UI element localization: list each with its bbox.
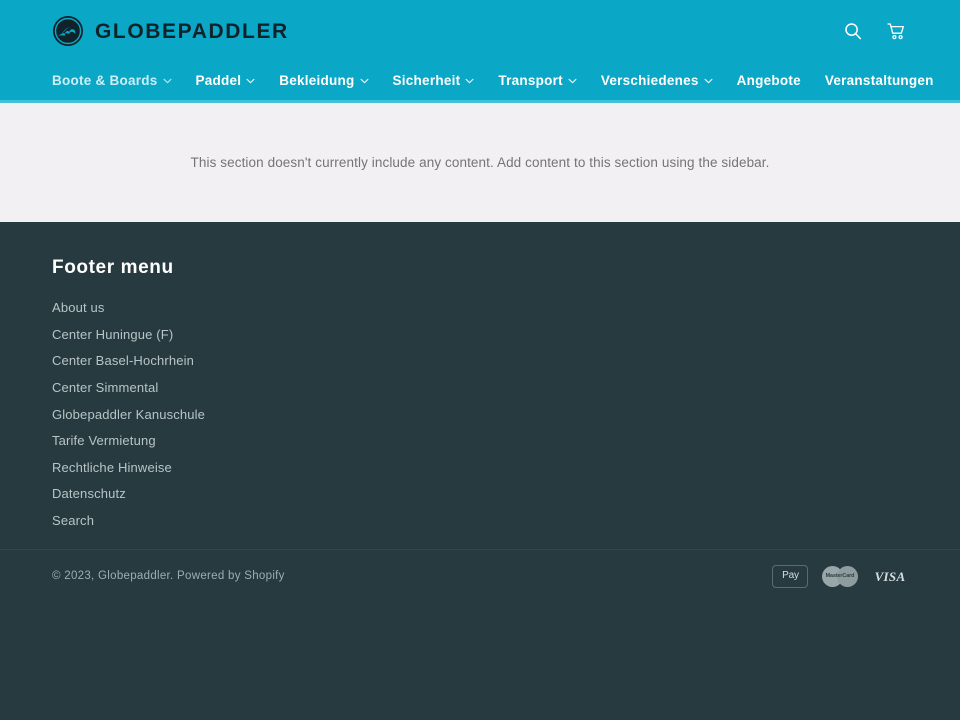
visa-icon: VISA: [872, 565, 908, 588]
footer-link-about-us[interactable]: About us: [52, 300, 105, 315]
footer-list-item: Center Huningue (F): [52, 325, 908, 345]
copyright-text: © 2023, Globepaddler. Powered by Shopify: [52, 570, 285, 582]
nav-item-angebote[interactable]: Angebote: [725, 74, 813, 88]
chevron-down-icon: [162, 78, 172, 84]
footer-link-search[interactable]: Search: [52, 513, 94, 528]
footer-bottom-bar: © 2023, Globepaddler. Powered by Shopify…: [0, 549, 960, 720]
chevron-down-icon: [568, 78, 577, 84]
nav-item-verschiedenes[interactable]: Verschiedenes: [589, 74, 725, 88]
mastercard-label: MasterCard: [825, 573, 855, 579]
page-root: GLOBEPADDLER Boote & Boards Paddel Bekle…: [0, 0, 960, 720]
footer-list-item: About us: [52, 298, 908, 318]
footer-list-item: Globepaddler Kanuschule: [52, 405, 908, 425]
nav-item-label: Paddel: [195, 73, 242, 89]
brand-logo-link[interactable]: GLOBEPADDLER: [52, 15, 289, 47]
globe-wave-icon: [53, 16, 83, 46]
footer-link-center-simmental[interactable]: Center Simmental: [52, 380, 158, 395]
footer-list-item: Center Basel-Hochrhein: [52, 351, 908, 371]
nav-item-label: Angebote: [736, 73, 801, 89]
apple-pay-label: Pay: [782, 570, 799, 581]
footer-menu-heading: Footer menu: [52, 257, 174, 278]
empty-section-message: This section doesn't currently include a…: [190, 155, 770, 170]
nav-item-label: Transport: [498, 73, 563, 89]
chevron-down-icon: [246, 78, 255, 84]
nav-item-paddel[interactable]: Paddel: [184, 74, 268, 88]
nav-item-label: Boote & Boards: [52, 73, 158, 89]
visa-label: VISA: [874, 568, 906, 584]
footer-link-tarife-vermietung[interactable]: Tarife Vermietung: [52, 433, 156, 448]
main-navigation: Boote & Boards Paddel Bekleidung Sicherheit…: [0, 62, 960, 103]
brand-name: GLOBEPADDLER: [95, 19, 289, 43]
main-content-area: This section doesn't currently include a…: [0, 103, 960, 222]
header-inner: GLOBEPADDLER: [0, 0, 960, 62]
nav-item-label: Sicherheit: [392, 73, 461, 89]
chevron-down-icon: [360, 78, 369, 84]
footer-list-item: Center Simmental: [52, 378, 908, 398]
apple-pay-icon: Pay: [772, 564, 808, 588]
cart-icon[interactable]: [886, 20, 908, 42]
footer-list-item: Tarife Vermietung: [52, 431, 908, 451]
footer-link-center-huningue-f[interactable]: Center Huningue (F): [52, 327, 173, 342]
search-icon[interactable]: [842, 20, 864, 42]
nav-item-sicherheit[interactable]: Sicherheit: [381, 74, 487, 88]
footer-link-center-basel-hochrhein[interactable]: Center Basel-Hochrhein: [52, 353, 194, 368]
footer-list-item: Search: [52, 511, 908, 531]
chevron-down-icon: [704, 78, 713, 84]
footer-bottom-inner: © 2023, Globepaddler. Powered by Shopify…: [52, 550, 908, 602]
nav-item-label: Verschiedenes: [600, 73, 699, 89]
chevron-down-icon: [465, 78, 474, 84]
footer-menu-list: About us Center Huningue (F) Center Basel-…: [52, 298, 908, 531]
footer-link-globepaddler-kanuschule[interactable]: Globepaddler Kanuschule: [52, 407, 205, 422]
nav-item-label: Veranstaltungen: [824, 73, 934, 89]
nav-item-label: Bekleidung: [279, 73, 355, 89]
site-header: GLOBEPADDLER: [0, 0, 960, 62]
header-icon-group: [842, 20, 908, 42]
nav-item-transport[interactable]: Transport: [486, 74, 589, 88]
site-footer: Footer menu About us Center Huningue (F) C…: [0, 222, 960, 549]
nav-item-veranstaltungen[interactable]: Veranstaltungen: [813, 74, 946, 88]
mastercard-icon: MasterCard: [822, 565, 858, 588]
nav-item-boote-boards[interactable]: Boote & Boards: [40, 74, 184, 88]
payment-icon-group: Pay MasterCard VISA: [772, 564, 908, 588]
footer-list-item: Rechtliche Hinweise: [52, 458, 908, 478]
footer-link-rechtliche-hinweise[interactable]: Rechtliche Hinweise: [52, 460, 172, 475]
footer-link-datenschutz[interactable]: Datenschutz: [52, 486, 126, 501]
nav-inner: Boote & Boards Paddel Bekleidung Sicherheit…: [0, 62, 960, 100]
footer-list-item: Datenschutz: [52, 484, 908, 504]
nav-item-bekleidung[interactable]: Bekleidung: [267, 74, 380, 88]
